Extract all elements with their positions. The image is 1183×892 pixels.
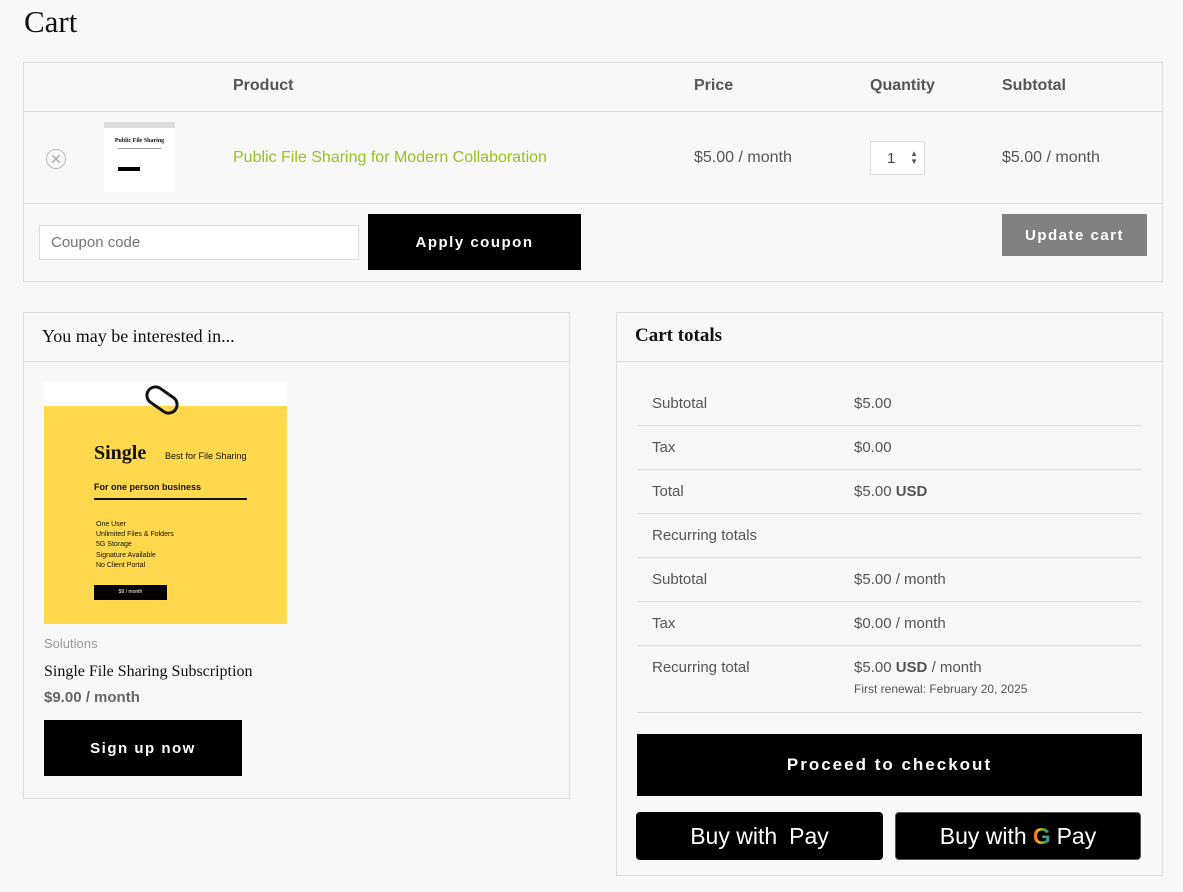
apply-coupon-button[interactable]: Apply coupon — [368, 214, 581, 270]
header-quantity: Quantity — [870, 77, 935, 94]
cart-table: Product Price Quantity Subtotal ✕ Public… — [23, 62, 1163, 282]
proceed-to-checkout-button[interactable]: Proceed to checkout — [637, 734, 1142, 796]
product-thumbnail[interactable]: Public File Sharing — [104, 122, 175, 192]
cross-sell-price: $9.00 / month — [44, 689, 140, 706]
spinner-icon[interactable]: ▲ ▼ — [910, 150, 918, 166]
totals-row: Recurring totals — [637, 514, 1142, 558]
cross-sells-heading: You may be interested in... — [42, 326, 235, 346]
coupon-code-input[interactable] — [39, 225, 359, 260]
cross-sell-image[interactable]: Single Best for File Sharing For one per… — [44, 381, 287, 624]
totals-row: Total $5.00 USD — [637, 470, 1142, 514]
update-cart-button[interactable]: Update cart — [1002, 214, 1147, 256]
header-subtotal: Subtotal — [1002, 77, 1066, 94]
cart-totals-heading: Cart totals — [635, 325, 723, 346]
totals-row: Tax $0.00 — [637, 426, 1142, 470]
page-title: Cart — [24, 4, 78, 39]
product-name-link[interactable]: Public File Sharing for Modern Collabora… — [233, 149, 547, 167]
apple-pay-button[interactable]: Buy with Pay — [636, 812, 883, 860]
cart-totals-panel: Cart totals Subtotal $5.00 Tax $0.00 Total… — [616, 312, 1163, 876]
google-logo-icon: G — [1032, 822, 1051, 849]
first-renewal-note: First renewal: February 20, 2025 — [854, 682, 1028, 696]
cross-sell-product-name[interactable]: Single File Sharing Subscription — [44, 663, 252, 681]
google-pay-button[interactable]: Buy with G Pay — [895, 812, 1141, 860]
header-price: Price — [694, 77, 734, 94]
sign-up-now-button[interactable]: Sign up now — [44, 720, 242, 776]
totals-row: Tax $0.00 / month — [637, 602, 1142, 646]
totals-row: Recurring total $5.00 USD / month First re… — [637, 646, 1142, 713]
paperclip-logo-icon — [141, 381, 183, 419]
totals-row: Subtotal $5.00 / month — [637, 558, 1142, 602]
product-category: Solutions — [44, 636, 98, 651]
totals-row: Subtotal $5.00 — [637, 382, 1142, 426]
header-product: Product — [233, 77, 294, 94]
cross-sells-panel: You may be interested in... Single Best … — [23, 312, 570, 799]
quantity-stepper[interactable]: 1 ▲ ▼ — [870, 141, 925, 175]
product-subtotal: $5.00 / month — [1002, 149, 1100, 166]
remove-item-icon[interactable]: ✕ — [46, 149, 66, 169]
product-price: $5.00 / month — [694, 149, 792, 166]
